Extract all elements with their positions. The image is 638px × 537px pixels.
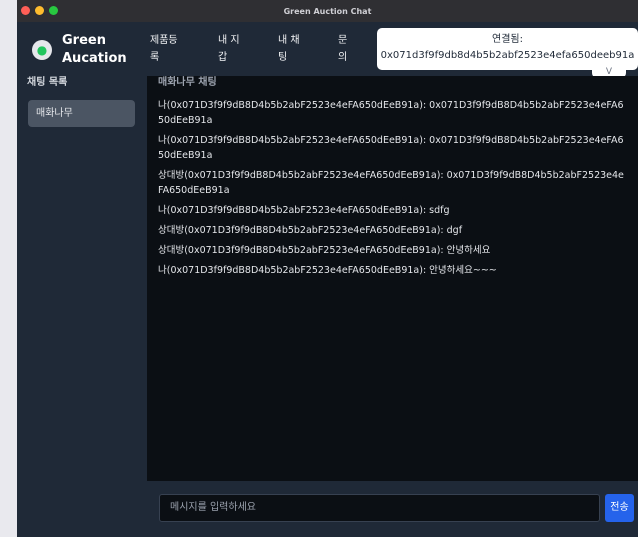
chat-message: 나(0x071D3f9f9dB8D4b5b2abF2523e4eFA650dEe… (158, 100, 624, 126)
chat-message: 나(0x071D3f9f9dB8D4b5b2abF2523e4eFA650dEe… (158, 135, 624, 161)
chat-panel: 매화나무 채팅 나(0x071D3f9f9dB8D4b5b2abF2523e4e… (147, 76, 638, 481)
leaf-icon: ● (32, 40, 52, 60)
nav-link-my-chats[interactable]: 내 채팅 (278, 32, 308, 66)
chat-message: 상대방(0x071D3f9f9dB8D4b5b2abF2523e4eFA650d… (158, 170, 624, 196)
top-navbar: ● Green Aucation 제품등록 내 지갑 내 채팅 문의 연결됨: … (17, 22, 638, 78)
nav-link-register-product[interactable]: 제품등록 (150, 32, 186, 66)
brand-logo[interactable]: ● Green Aucation (32, 32, 127, 68)
close-window-button[interactable] (21, 6, 30, 15)
chat-message: 나(0x071D3f9f9dB8D4b5b2abF2523e4eFA650dEe… (158, 205, 450, 216)
nav-link-my-wallet[interactable]: 내 지갑 (218, 32, 248, 66)
chat-message: 나(0x071D3f9f9dB8D4b5b2abF2523e4eFA650dEe… (158, 265, 497, 276)
window-title: Green Auction Chat (283, 6, 372, 16)
chat-room-sidebar: 채팅 목록 매화나무 (17, 76, 147, 537)
send-button[interactable]: 전송 (605, 494, 634, 522)
app-window: Green Auction Chat ● Green Aucation 제품등록… (17, 0, 638, 537)
wallet-status-card[interactable]: 연결됨: 0x071d3f9f9db8d4b5b2abf2523e4efa650… (377, 28, 638, 70)
nav-link-inquiry[interactable]: 문의 (338, 32, 350, 66)
chat-message: 상대방(0x071D3f9f9dB8D4b5b2abF2523e4eFA650d… (158, 245, 491, 256)
chat-room-title: 매화나무 채팅 (158, 77, 217, 88)
title-bar: Green Auction Chat (17, 0, 638, 22)
wallet-connected-label: 연결됨: (492, 34, 523, 45)
message-composer: 메시지를 입력하세요 전송 (147, 481, 638, 537)
message-input[interactable]: 메시지를 입력하세요 (159, 494, 600, 522)
window-controls (21, 6, 58, 15)
chat-message: 상대방(0x071D3f9f9dB8D4b5b2abF2523e4eFA650d… (158, 225, 463, 236)
brand-name: Green Aucation (62, 33, 127, 66)
message-list[interactable]: 나(0x071D3f9f9dB8D4b5b2abF2523e4eFA650dEe… (158, 98, 628, 283)
sidebar-title: 채팅 목록 (27, 77, 68, 88)
chat-room-item[interactable]: 매화나무 (28, 100, 135, 127)
wallet-address: 0x071d3f9f9db8d4b5b2abf2523e4efa650deeb9… (380, 50, 635, 61)
minimize-window-button[interactable] (35, 6, 44, 15)
zoom-window-button[interactable] (49, 6, 58, 15)
